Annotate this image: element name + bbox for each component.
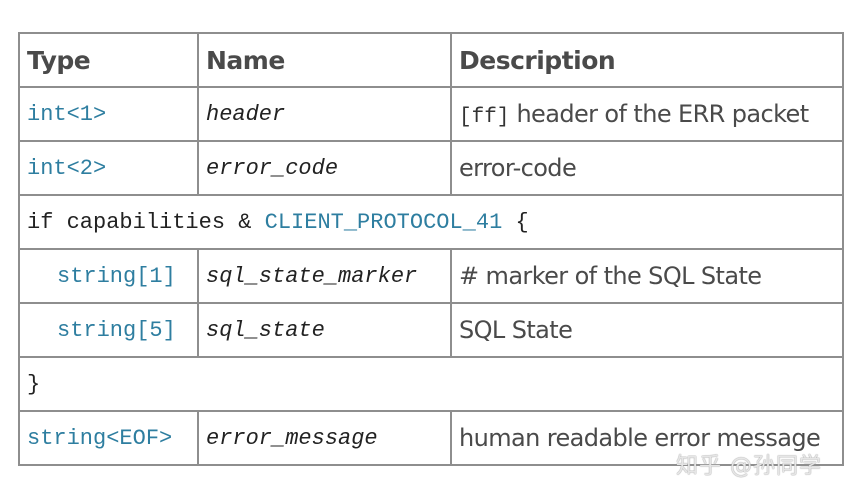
condition-suffix: { [502, 209, 529, 235]
condition-close-row: } [18, 356, 844, 412]
table-row: int<2> error_code error-code [18, 140, 844, 196]
type-cell: int<2> [18, 140, 199, 196]
condition-prefix: if capabilities & [27, 209, 265, 235]
table-header-row: Type Name Description [18, 32, 844, 88]
name-cell: error_message [197, 410, 452, 466]
condition-row: if capabilities & CLIENT_PROTOCOL_41 { [18, 194, 844, 250]
watermark: 知乎 @孙同学 [676, 454, 822, 479]
description-cell: [ff] header of the ERR packet [450, 86, 844, 142]
header-description: Description [450, 32, 844, 88]
inline-code: # [459, 262, 479, 290]
err-packet-table: Type Name Description int<1> header [ff]… [18, 32, 844, 466]
description-text: marker of the SQL State [478, 262, 763, 290]
table-row: string[5] sql_state SQL State [18, 302, 844, 358]
type-cell: int<1> [18, 86, 199, 142]
table-row: int<1> header [ff] header of the ERR pac… [18, 86, 844, 142]
condition-constant: CLIENT_PROTOCOL_41 [264, 209, 503, 235]
header-name: Name [197, 32, 452, 88]
inline-code: [ff] [459, 105, 510, 129]
name-cell: sql_state [197, 302, 452, 358]
description-text: header of the ERR packet [509, 99, 809, 128]
table-row: string[1] sql_state_marker # marker of t… [18, 248, 844, 304]
name-cell: error_code [197, 140, 452, 196]
type-cell: string<EOF> [18, 410, 199, 466]
type-cell: string[5] [18, 302, 199, 358]
description-cell: SQL State [450, 302, 844, 358]
name-cell: header [197, 86, 452, 142]
condition-close-cell: } [18, 356, 844, 412]
name-cell: sql_state_marker [197, 248, 452, 304]
header-type: Type [18, 32, 199, 88]
type-cell: string[1] [18, 248, 199, 304]
condition-cell: if capabilities & CLIENT_PROTOCOL_41 { [18, 194, 844, 250]
description-cell: error-code [450, 140, 844, 196]
description-cell: # marker of the SQL State [450, 248, 844, 304]
